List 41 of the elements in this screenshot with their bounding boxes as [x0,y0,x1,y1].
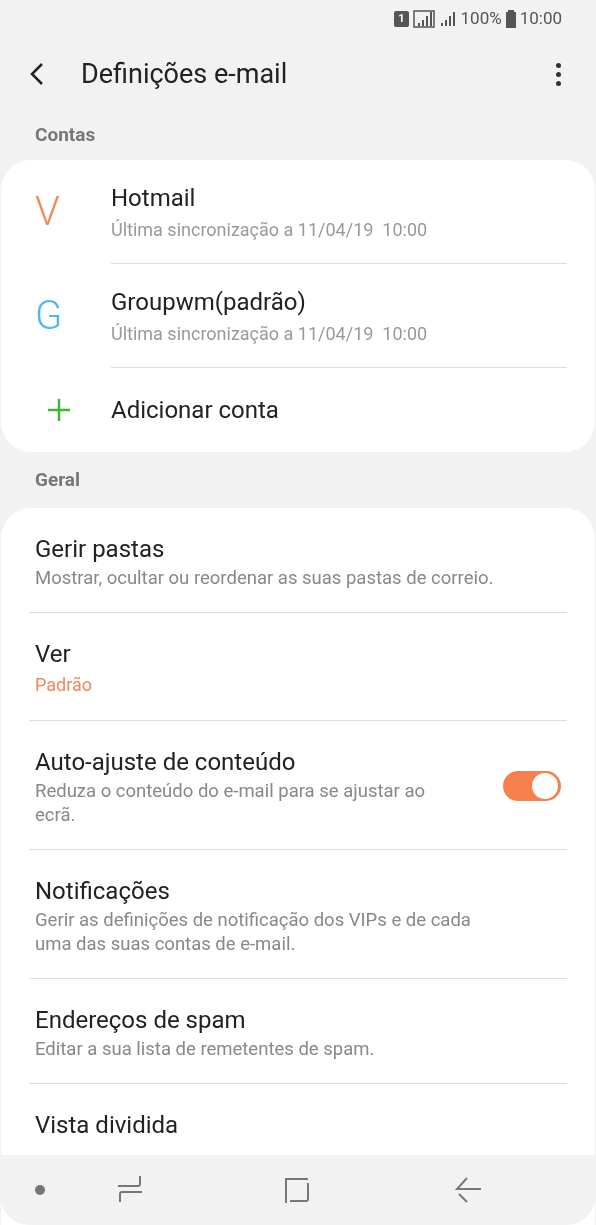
add-account-item[interactable]: Adicionar conta [35,368,567,452]
settings-item-description: Editar a sua lista de remetentes de spam. [35,1037,376,1061]
settings-item-description: Mostrar, ocultar ou reordenar as suas pastas de correio. [35,566,495,590]
settings-item[interactable]: Notificações Gerir as definições de notificação dos VIPs e de cada uma das suas contas de e-mail. [29,850,567,979]
clock: 10:00 [519,7,562,31]
settings-item-title: Notificações [35,876,171,907]
account-letter: G [35,291,64,341]
settings-item-title: Ver [35,639,72,670]
add-account-label: Adicionar conta [111,395,279,426]
settings-item[interactable]: Auto-ajuste de conteúdo Reduza o conteúdo do e-mail para se ajustar ao ecrã. [29,721,567,850]
account-item[interactable]: G Groupwm(padrão) Última sincronização a 11/04/19 10:00 [35,264,567,368]
battery-icon [505,10,516,28]
account-name: Hotmail [111,183,197,214]
account-name: Groupwm(padrão) [111,287,307,318]
settings-item-description: Reduza o conteúdo do e-mail para se ajustar ao ecrã. [35,779,427,827]
settings-item-value: Padrão [35,673,93,697]
sim-badge: 1 [394,11,409,27]
sync-status: Última sincronização a 11/04/19 10:00 [111,218,429,242]
page-title: Definições e-mail [81,56,289,92]
plus-icon [47,398,71,422]
settings-item[interactable]: Endereços de spam Editar a sua lista de remetentes de spam. [29,979,567,1084]
recent-apps-button[interactable] [118,1176,142,1204]
signal-icon [438,10,457,28]
sync-status: Última sincronização a 11/04/19 10:00 [111,322,429,346]
settings-item-title: Endereços de spam [35,1005,247,1036]
settings-item-description: Gerir as definições de notificação dos VIPs e de cada uma das suas contas de e-mail. [35,908,472,956]
settings-item-title: Auto-ajuste de conteúdo [35,747,297,778]
settings-item-title: Vista dividida [35,1110,180,1141]
settings-item[interactable]: Gerir pastas Mostrar, ocultar ou reordenar as suas pastas de correio. [29,508,567,613]
battery-percentage: 100% [460,7,502,31]
section-header: Contas [34,121,97,148]
settings-item-title: Gerir pastas [35,534,166,565]
toggle-switch[interactable] [503,771,561,801]
home-button[interactable] [284,1177,310,1203]
settings-item[interactable]: Vista dividida [29,1084,567,1142]
section-header: Geral [34,466,82,493]
account-letter: V [35,187,61,237]
back-nav-button[interactable] [455,1177,481,1203]
settings-item[interactable]: Ver Padrão [29,613,567,721]
signal-icon [412,10,435,28]
account-item[interactable]: V Hotmail Última sincronização a 11/04/19 10:00 [35,160,567,264]
